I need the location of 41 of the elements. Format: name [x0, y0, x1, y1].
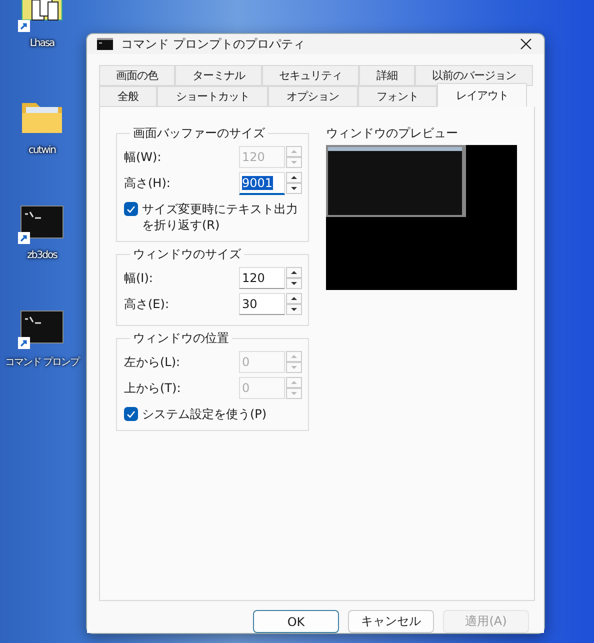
- checkbox[interactable]: [124, 407, 138, 421]
- group-title: 画面バッファーのサイズ: [132, 125, 266, 142]
- number-field[interactable]: 120: [239, 267, 285, 289]
- close-icon[interactable]: [520, 38, 532, 50]
- group-title: ウィンドウのサイズ: [132, 246, 242, 263]
- desktop-icon-label[interactable]: zb3dos: [27, 250, 57, 261]
- desktop-icon-label[interactable]: Lhasa: [30, 38, 54, 49]
- tab[interactable]: オプション: [268, 86, 358, 107]
- spin-up-button[interactable]: [286, 172, 302, 183]
- field-label: 高さ(E):: [124, 296, 170, 312]
- tab[interactable]: ターミナル: [175, 65, 262, 86]
- spin-down-button[interactable]: [286, 304, 302, 315]
- checkbox-label[interactable]: サイズ変更時にテキスト出力を折り返す(R): [142, 201, 302, 233]
- desktop-icon-label[interactable]: cutwin: [28, 145, 56, 156]
- field-label: 幅(W):: [124, 148, 162, 166]
- spin-up-button[interactable]: [286, 293, 302, 304]
- window-title: コマンド プロンプトのプロパティ: [121, 36, 306, 52]
- spin-down-button[interactable]: [286, 183, 302, 194]
- tab[interactable]: 画面の色: [99, 65, 176, 86]
- number-field[interactable]: 30: [239, 293, 285, 315]
- checkbox-label[interactable]: システム設定を使う(P): [142, 406, 267, 422]
- spin-down-button[interactable]: [286, 278, 302, 289]
- preview-label: ウィンドウのプレビュー: [326, 125, 459, 142]
- tab[interactable]: セキュリティ: [262, 65, 360, 86]
- group-title: ウィンドウの位置: [132, 330, 230, 347]
- tab[interactable]: ショートカット: [157, 86, 268, 107]
- dialog-button[interactable]: OK: [253, 610, 339, 633]
- checkbox[interactable]: [124, 202, 138, 216]
- tab[interactable]: レイアウト: [437, 83, 527, 107]
- tab[interactable]: フォント: [358, 86, 438, 107]
- dialog-button[interactable]: キャンセル: [348, 610, 434, 633]
- number-field[interactable]: 9001: [239, 172, 285, 194]
- field-label: 高さ(H):: [124, 174, 172, 192]
- console-icon: [97, 38, 113, 50]
- field-label: 左から(L):: [124, 354, 182, 370]
- tab[interactable]: 全般: [99, 86, 158, 107]
- spin-up-button[interactable]: [286, 267, 302, 278]
- tab[interactable]: 詳細: [359, 65, 415, 86]
- desktop-icon-label[interactable]: コマンド プロンプ: [4, 355, 80, 369]
- field-label: 上から(T):: [124, 380, 182, 396]
- field-label: 幅(I):: [124, 270, 154, 286]
